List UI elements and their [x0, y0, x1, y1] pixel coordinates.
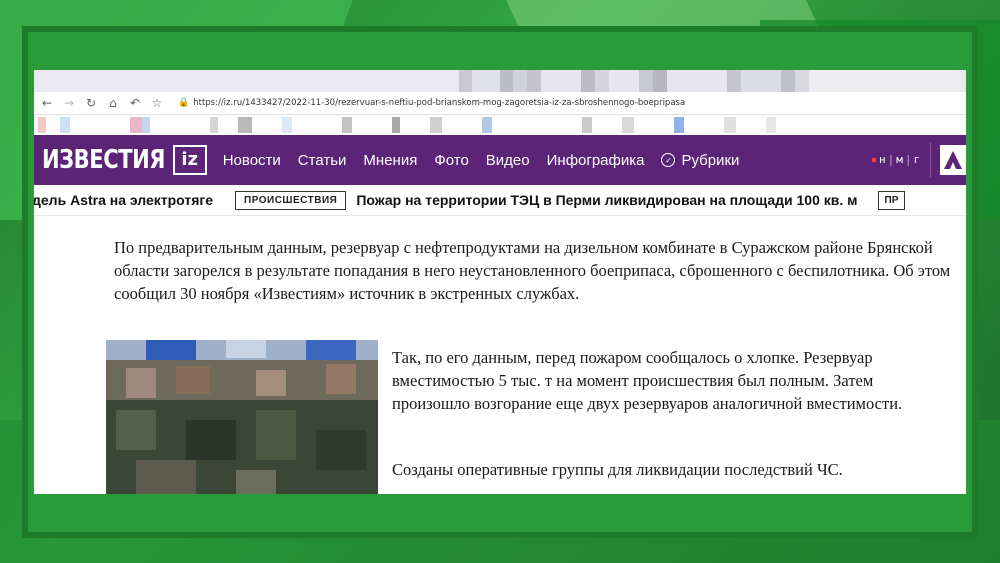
- reload-icon[interactable]: ↻: [84, 96, 98, 110]
- logo-text: ИЗВЕСТИЯ: [42, 145, 166, 175]
- article-paragraph-1: По предварительным данным, резервуар с н…: [114, 238, 951, 303]
- main-nav: Новости Статьи Мнения Фото Видео Инфогра…: [223, 152, 662, 169]
- nav-link-stati[interactable]: Статьи: [298, 152, 347, 169]
- rubriki-label: Рубрики: [681, 151, 740, 169]
- article-photo-blurred: [106, 340, 378, 494]
- article-paragraph-3: Созданы оперативные группы для ликвидаци…: [392, 460, 843, 479]
- nmg-logo[interactable]: н | м | г: [872, 153, 920, 166]
- red-dot-icon: [872, 157, 876, 162]
- url-field[interactable]: https://iz.ru/1433427/2022-11-30/rezervu…: [193, 98, 685, 108]
- chevron-down-circle-icon: ✓: [661, 153, 676, 167]
- back-icon[interactable]: ←: [40, 96, 54, 110]
- bookmarks-bar-blurred: [34, 115, 966, 135]
- nav-link-video[interactable]: Видео: [486, 152, 530, 169]
- nav-link-infografika[interactable]: Инфографика: [547, 152, 645, 169]
- site-navbar: ИЗВЕСТИЯ iz Новости Статьи Мнения Фото В…: [34, 135, 966, 185]
- nav-link-foto[interactable]: Фото: [434, 152, 468, 169]
- logo-iz-badge: iz: [172, 145, 207, 175]
- browser-window: ← → ↻ ⌂ ↶ ☆ 🔒 https://iz.ru/1433427/2022…: [34, 70, 966, 494]
- nmg-n: н: [879, 153, 886, 166]
- lock-icon: 🔒: [178, 98, 190, 108]
- ticker-next-badge[interactable]: ПР: [877, 190, 906, 210]
- forward-icon[interactable]: →: [62, 96, 76, 110]
- nav-link-mneniya[interactable]: Мнения: [363, 152, 417, 169]
- nav-divider: [930, 143, 931, 177]
- partner-logo-icon[interactable]: [940, 145, 966, 175]
- undo-icon[interactable]: ↶: [128, 96, 142, 110]
- address-bar: ← → ↻ ⌂ ↶ ☆ 🔒 https://iz.ru/1433427/2022…: [34, 92, 966, 115]
- nmg-m: м: [896, 153, 903, 166]
- ticker-category-badge[interactable]: ПРОИСШЕСТВИЯ: [235, 190, 347, 210]
- ticker-prev-headline[interactable]: дель Astra на электротяге: [34, 192, 213, 208]
- news-ticker: дель Astra на электротяге ПРОИСШЕСТВИЯ П…: [34, 185, 966, 216]
- nav-link-novosti[interactable]: Новости: [223, 152, 281, 169]
- nmg-g: г: [913, 153, 921, 166]
- ticker-headline[interactable]: Пожар на территории ТЭЦ в Перми ликвидир…: [356, 192, 857, 208]
- tab-strip-blurred: [34, 70, 966, 92]
- rubriki-menu[interactable]: ✓ Рубрики: [661, 152, 739, 169]
- site-logo[interactable]: ИЗВЕСТИЯ iz: [42, 145, 207, 175]
- article-paragraph-2: Так, по его данным, перед пожаром сообща…: [392, 348, 903, 413]
- bookmark-star-icon[interactable]: ☆: [150, 96, 164, 110]
- home-icon[interactable]: ⌂: [106, 96, 120, 110]
